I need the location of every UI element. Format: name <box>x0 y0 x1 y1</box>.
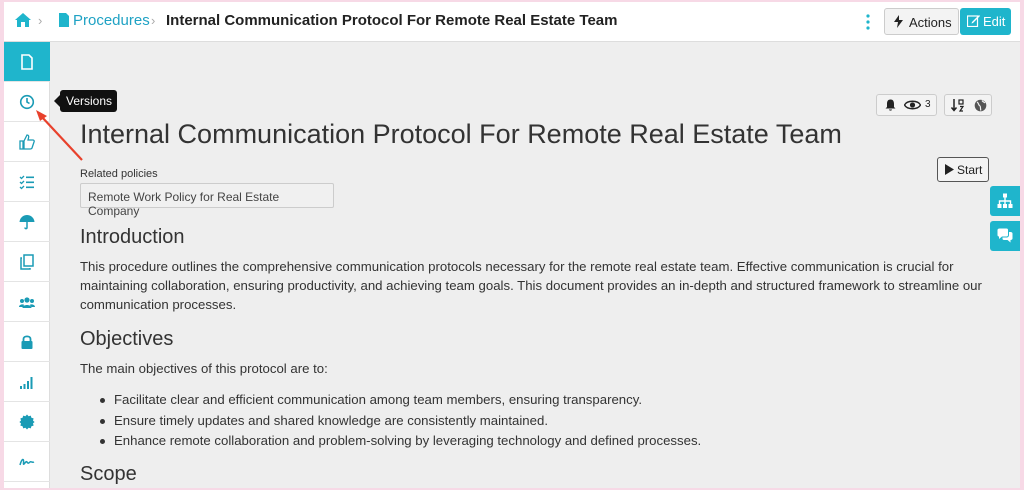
sort-language-group <box>944 94 992 116</box>
objectives-heading: Objectives <box>80 328 174 350</box>
top-bar: › Procedures › Internal Communication Pr… <box>4 2 1020 42</box>
introduction-text: This procedure outlines the comprehensiv… <box>80 259 982 312</box>
edit-icon <box>967 15 980 27</box>
lock-icon <box>21 335 33 349</box>
breadcrumb-procedures-link[interactable]: Procedures <box>73 12 150 29</box>
sitemap-icon <box>997 193 1013 208</box>
bolt-icon <box>894 15 903 28</box>
sort-icon[interactable] <box>951 99 965 112</box>
page-title: Internal Communication Protocol For Remo… <box>80 119 842 149</box>
signal-icon <box>20 377 33 389</box>
list-item: Facilitate clear and efficient communica… <box>100 390 701 411</box>
views-count: 3 <box>925 99 931 110</box>
home-icon[interactable] <box>15 13 31 27</box>
sidebar-item-document[interactable] <box>4 42 50 82</box>
signature-icon <box>19 458 35 466</box>
sidebar-item-certification[interactable] <box>4 402 50 442</box>
sidebar-item-permissions[interactable] <box>4 322 50 362</box>
introduction-heading: Introduction <box>80 226 185 248</box>
checklist-icon <box>19 175 34 190</box>
breadcrumb-current-title: Internal Communication Protocol For Remo… <box>166 12 618 29</box>
actions-button[interactable]: Actions <box>884 8 959 35</box>
umbrella-icon <box>19 215 35 230</box>
sidebar-item-users[interactable] <box>4 282 50 322</box>
notification-views-group: 3 <box>876 94 937 116</box>
sidebar-item-signatures[interactable] <box>4 442 50 482</box>
breadcrumb-separator-icon: › <box>38 13 43 28</box>
edit-button-label: Edit <box>983 14 1006 29</box>
comments-button[interactable] <box>990 221 1020 251</box>
copy-icon <box>20 254 34 270</box>
sidebar-item-risk[interactable] <box>4 202 50 242</box>
scope-heading: Scope <box>80 463 137 485</box>
breadcrumb-separator-icon: › <box>151 13 156 28</box>
objectives-intro: The main objectives of this protocol are… <box>80 361 328 376</box>
globe-icon[interactable] <box>974 99 987 112</box>
document-icon <box>21 54 33 70</box>
start-button-label: Start <box>957 163 983 177</box>
list-item: Enhance remote collaboration and problem… <box>100 431 701 452</box>
users-icon <box>19 297 35 308</box>
sidebar-item-stats[interactable] <box>4 362 50 402</box>
eye-icon[interactable] <box>904 99 921 111</box>
app-window: › Procedures › Internal Communication Pr… <box>4 2 1020 488</box>
org-chart-button[interactable] <box>990 186 1020 216</box>
related-policies-label: Related policies <box>80 168 158 180</box>
sidebar-item-copies[interactable] <box>4 242 50 282</box>
play-icon <box>945 164 954 175</box>
procedure-document-icon <box>59 13 69 27</box>
comments-icon <box>997 228 1013 243</box>
related-policy-tag[interactable]: Remote Work Policy for Real Estate Compa… <box>80 183 334 218</box>
certificate-icon <box>19 414 35 430</box>
sidebar-item-checklist[interactable] <box>4 162 50 202</box>
more-options-icon[interactable] <box>866 14 870 30</box>
start-button[interactable]: Start <box>937 157 989 182</box>
edit-button[interactable]: Edit <box>960 8 1011 35</box>
list-item: Ensure timely updates and shared knowled… <box>100 411 701 432</box>
actions-button-label: Actions <box>909 15 952 30</box>
objectives-list: Facilitate clear and efficient communica… <box>100 390 701 452</box>
bell-icon[interactable] <box>885 99 896 111</box>
